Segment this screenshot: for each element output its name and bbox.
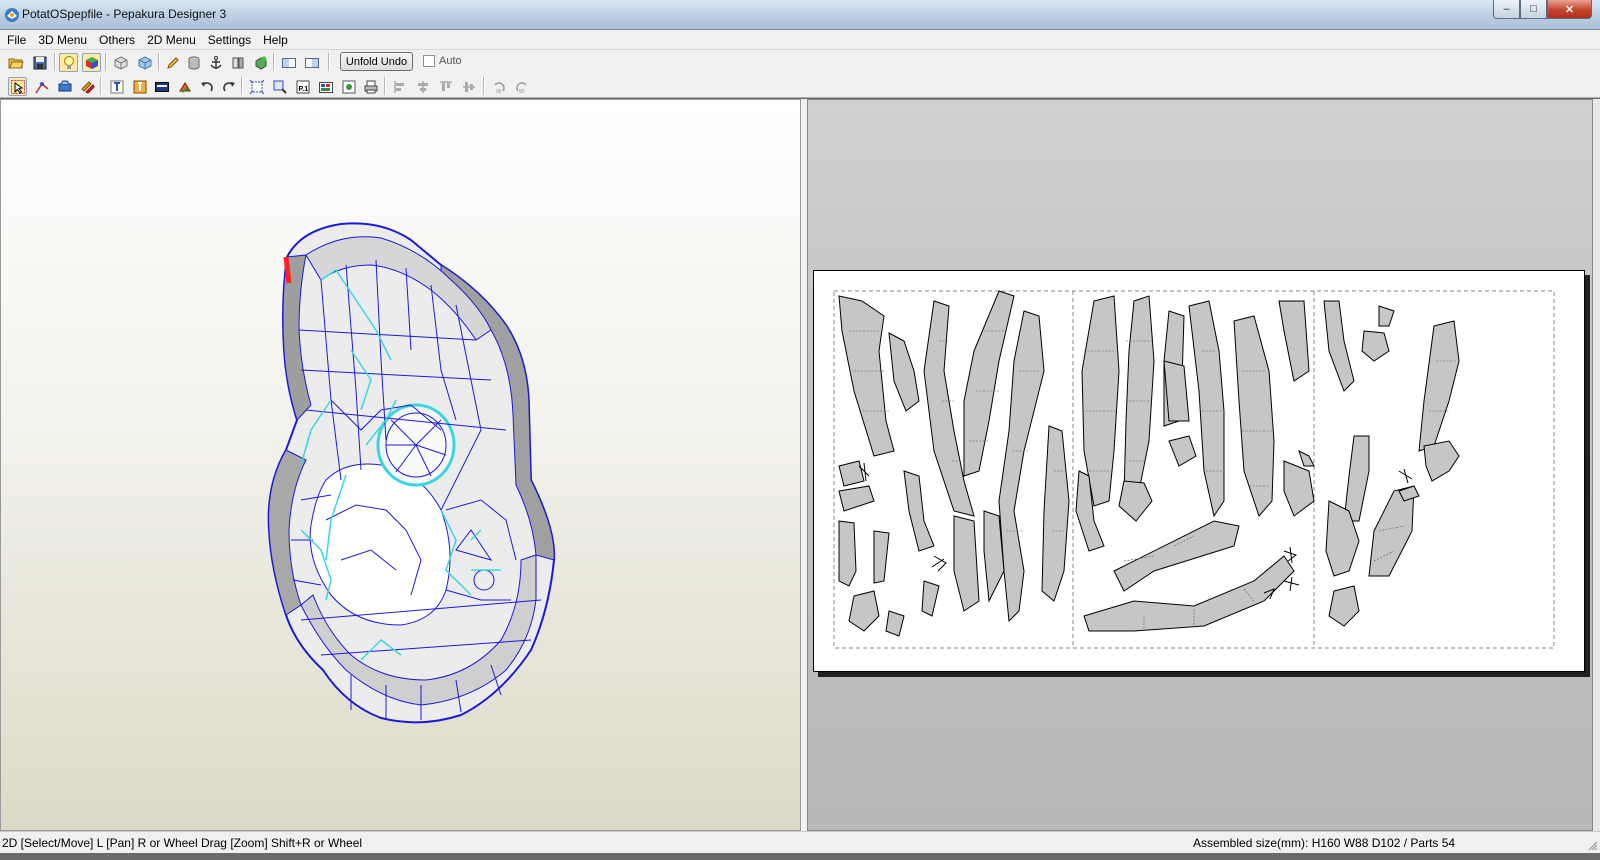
menu-others[interactable]: Others (93, 31, 141, 49)
menu-3d[interactable]: 3D Menu (32, 31, 93, 49)
rotate-part-icon[interactable] (175, 77, 194, 96)
page-number-icon[interactable]: P.1 (293, 77, 312, 96)
close-button[interactable]: ✕ (1547, 0, 1592, 19)
auto-label: Auto (439, 55, 462, 67)
svg-text:90: 90 (496, 89, 502, 95)
align-top-icon[interactable] (436, 77, 455, 96)
menu-bar: File 3D Menu Others 2D Menu Settings Hel… (0, 30, 1600, 50)
resize-grip-icon[interactable] (1586, 839, 1598, 851)
menu-help[interactable]: Help (257, 31, 294, 49)
image-icon[interactable] (130, 77, 149, 96)
status-assembled-size: Assembled size(mm): H160 W88 D102 / Part… (1193, 836, 1456, 850)
fit-page-icon[interactable] (247, 77, 266, 96)
unfolded-parts-layout[interactable] (814, 271, 1584, 671)
save-icon[interactable] (30, 53, 49, 72)
rotate-90-right-icon[interactable]: 90 (512, 77, 531, 96)
rotate-90-left-icon[interactable]: 90 (489, 77, 508, 96)
text-icon[interactable] (107, 77, 126, 96)
edit-line-icon[interactable] (32, 77, 51, 96)
zoom-select-icon[interactable] (270, 77, 289, 96)
window-bottom-edge (0, 853, 1600, 860)
align-center-icon[interactable] (413, 77, 432, 96)
undo-icon[interactable] (197, 77, 216, 96)
title-bar: PotatOSpepfile - Pepakura Designer 3 – □… (0, 0, 1600, 30)
color-cube-icon[interactable] (82, 53, 101, 72)
svg-text:P.1: P.1 (298, 86, 308, 93)
anchor-icon[interactable] (206, 53, 225, 72)
align-middle-icon[interactable] (459, 77, 478, 96)
cylinder-icon[interactable] (184, 53, 203, 72)
open-folder-icon[interactable] (6, 53, 25, 72)
lightbulb-icon[interactable] (59, 53, 78, 72)
status-bar: 2D [Select/Move] L [Pan] R or Wheel Drag… (0, 831, 1600, 853)
status-mode-hint: 2D [Select/Move] L [Pan] R or Wheel Drag… (2, 836, 363, 850)
redo-icon[interactable] (219, 77, 238, 96)
picture-icon[interactable] (339, 77, 358, 96)
split-view-right-icon[interactable] (302, 53, 321, 72)
toolbar-2d: P.1 90 90 (0, 74, 1600, 98)
picture-frame-icon[interactable] (152, 77, 171, 96)
pencil-icon[interactable] (163, 53, 182, 72)
unfold-undo-button[interactable]: Unfold Undo (340, 52, 413, 71)
vertical-scrollbar[interactable] (1593, 99, 1600, 831)
2d-view-pane[interactable] (807, 99, 1593, 831)
menu-2d[interactable]: 2D Menu (141, 31, 202, 49)
menu-file[interactable]: File (0, 31, 32, 49)
flap-icon[interactable] (55, 77, 74, 96)
maximize-button[interactable]: □ (1520, 0, 1547, 19)
select-arrow-icon[interactable] (8, 77, 27, 96)
toolbar-main: Unfold Undo Auto (0, 50, 1600, 74)
move-parts-icon[interactable] (78, 77, 97, 96)
print-layout-icon[interactable] (316, 77, 335, 96)
cube-outline-icon[interactable] (111, 53, 130, 72)
auto-checkbox[interactable] (423, 55, 435, 67)
3d-model-mesh[interactable] (1, 100, 800, 830)
window-title: PotatOSpepfile - Pepakura Designer 3 (22, 7, 227, 21)
print-icon[interactable] (361, 77, 380, 96)
cut-edge-icon[interactable] (228, 53, 247, 72)
split-view-left-icon[interactable] (279, 53, 298, 72)
minimize-button[interactable]: – (1493, 0, 1520, 19)
paper-sheet (813, 270, 1585, 672)
3d-view-pane[interactable] (0, 99, 801, 831)
menu-settings[interactable]: Settings (202, 31, 257, 49)
svg-text:90: 90 (519, 89, 525, 95)
cube-shaded-icon[interactable] (135, 53, 154, 72)
pepakura-app-icon[interactable] (4, 7, 20, 23)
align-left-icon[interactable] (390, 77, 409, 96)
join-icon[interactable] (251, 53, 270, 72)
